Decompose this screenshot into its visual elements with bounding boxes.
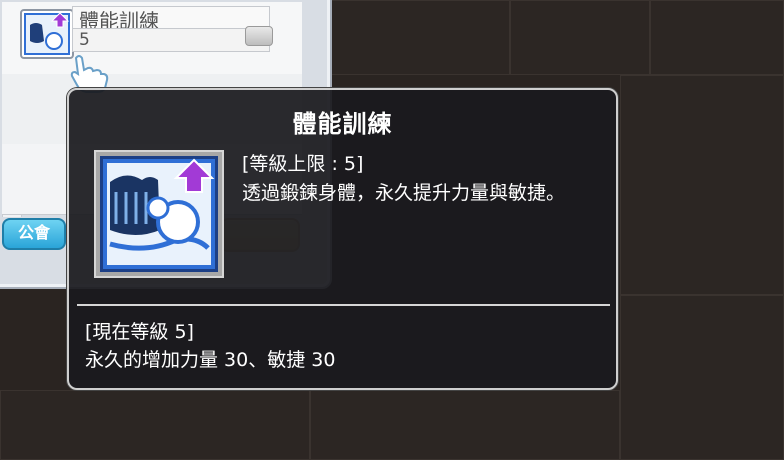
tooltip-description-block: [等級上限 : 5] 透過鍛鍊身體，永久提升力量與敏捷。 xyxy=(242,150,602,208)
tooltip-title: 體能訓練 xyxy=(292,110,393,138)
physical-training-skill-icon xyxy=(24,12,70,55)
tooltip-max-level: [等級上限 : 5] xyxy=(242,153,364,175)
tooltip-current-level: [現在等級 5] xyxy=(85,321,194,343)
guild-button[interactable]: 公會 xyxy=(2,218,66,250)
physical-training-skill-icon xyxy=(100,156,218,272)
tooltip-description: 透過鍛鍊身體，永久提升力量與敏捷。 xyxy=(242,182,566,204)
tooltip-current-effect: 永久的增加力量 30、敏捷 30 xyxy=(85,349,336,371)
skill-tooltip: 體能訓練 [等級上限 : 5] 透過鍛鍊身體，永久提升力量與敏捷。 [現在等級 … xyxy=(67,88,618,390)
skill-up-button[interactable] xyxy=(245,26,273,46)
tooltip-skill-icon-frame xyxy=(94,150,224,278)
tooltip-divider xyxy=(77,304,610,306)
tooltip-current-block: [現在等級 5] 永久的增加力量 30、敏捷 30 xyxy=(85,318,605,374)
skill-level: 5 xyxy=(72,28,270,52)
